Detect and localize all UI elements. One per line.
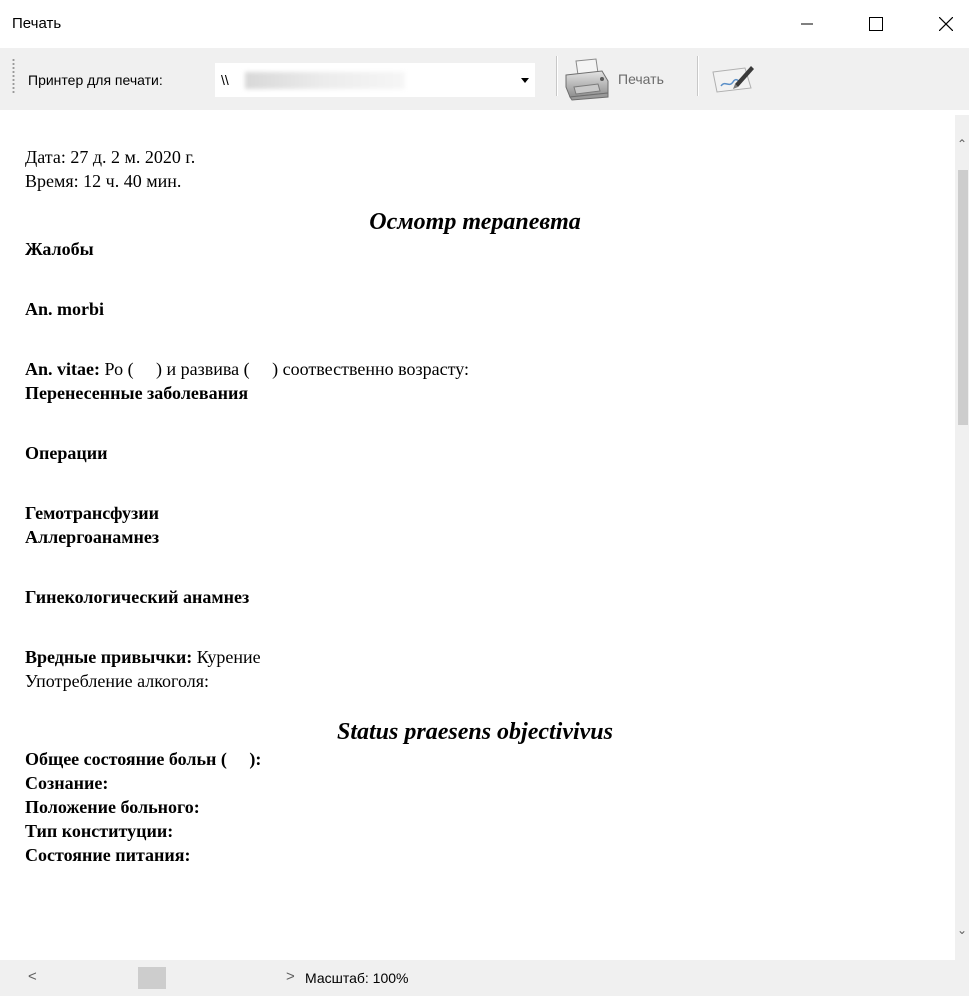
vertical-scrollbar[interactable]: ⌃ ⌄ <box>955 115 969 960</box>
printer-icon <box>565 58 609 101</box>
heading-general-state: Общее состояние больн ( ): <box>25 749 262 769</box>
document-date: Дата: 27 д. 2 м. 2020 г. <box>25 147 196 167</box>
scroll-left-icon[interactable]: < <box>28 968 37 985</box>
scroll-right-icon[interactable]: > <box>286 968 295 985</box>
print-button-label: Печать <box>618 71 664 87</box>
an-vitae-text: Ро ( ) и развива ( ) соотвественно возра… <box>100 359 469 379</box>
printer-label: Принтер для печати: <box>28 72 163 88</box>
toolbar-separator <box>697 56 699 96</box>
print-button[interactable]: Печать <box>562 56 692 102</box>
heading-hemotransfusions: Гемотрансфузии <box>25 503 160 523</box>
heading-constitution: Тип конституции: <box>25 821 174 841</box>
minimize-button[interactable] <box>784 0 830 48</box>
section-title-exam: Осмотр терапевта <box>369 209 581 235</box>
alcohol-line: Употребление алкоголя: <box>25 671 209 691</box>
zoom-level: Масштаб: 100% <box>305 970 409 986</box>
vertical-scroll-thumb[interactable] <box>958 170 968 425</box>
status-bar: < > Масштаб: 100% <box>0 960 969 996</box>
heading-position: Положение больного: <box>25 797 200 817</box>
heading-an-morbi: An. morbi <box>25 299 105 319</box>
maximize-button[interactable] <box>853 0 899 48</box>
heading-complaints: Жалобы <box>25 239 94 259</box>
heading-an-vitae: An. vitae: <box>25 359 100 379</box>
printer-value: \\ <box>221 72 229 88</box>
chevron-down-icon <box>521 78 529 83</box>
heading-gyn: Гинекологический анамнез <box>25 587 250 607</box>
document-preview[interactable]: Дата: 27 д. 2 м. 2020 г. Время: 12 ч. 40… <box>9 115 955 960</box>
horizontal-scroll-thumb[interactable] <box>138 967 166 989</box>
close-icon <box>939 17 953 31</box>
heading-consciousness: Сознание: <box>25 773 109 793</box>
document-body: Дата: 27 д. 2 м. 2020 г. Время: 12 ч. 40… <box>25 145 925 867</box>
section-title-status: Status praesens objectivivus <box>336 719 613 745</box>
heading-allergo: Аллергоанамнез <box>25 527 160 547</box>
heading-prev-diseases: Перенесенные заболевания <box>25 383 249 403</box>
maximize-icon <box>869 17 883 31</box>
habits-text: Курение <box>192 647 261 667</box>
toolbar-grip[interactable] <box>12 58 15 94</box>
sign-button[interactable] <box>700 56 762 102</box>
document-time: Время: 12 ч. 40 мин. <box>25 171 182 191</box>
redacted-printer-name <box>245 72 405 89</box>
pen-signature-icon <box>712 66 754 93</box>
title-bar: Печать <box>0 0 969 48</box>
scroll-down-icon[interactable]: ⌄ <box>957 923 967 937</box>
minimize-icon <box>801 23 813 25</box>
close-button[interactable] <box>923 0 969 48</box>
toolbar: Принтер для печати: \\ Печать <box>0 48 969 110</box>
window-title: Печать <box>12 15 62 32</box>
heading-operations: Операции <box>25 443 108 463</box>
heading-nutrition: Состояние питания: <box>25 845 191 865</box>
heading-habits: Вредные привычки: <box>25 647 193 667</box>
scroll-up-icon[interactable]: ⌃ <box>957 137 967 151</box>
toolbar-separator <box>556 56 558 96</box>
printer-select[interactable]: \\ <box>214 62 536 98</box>
